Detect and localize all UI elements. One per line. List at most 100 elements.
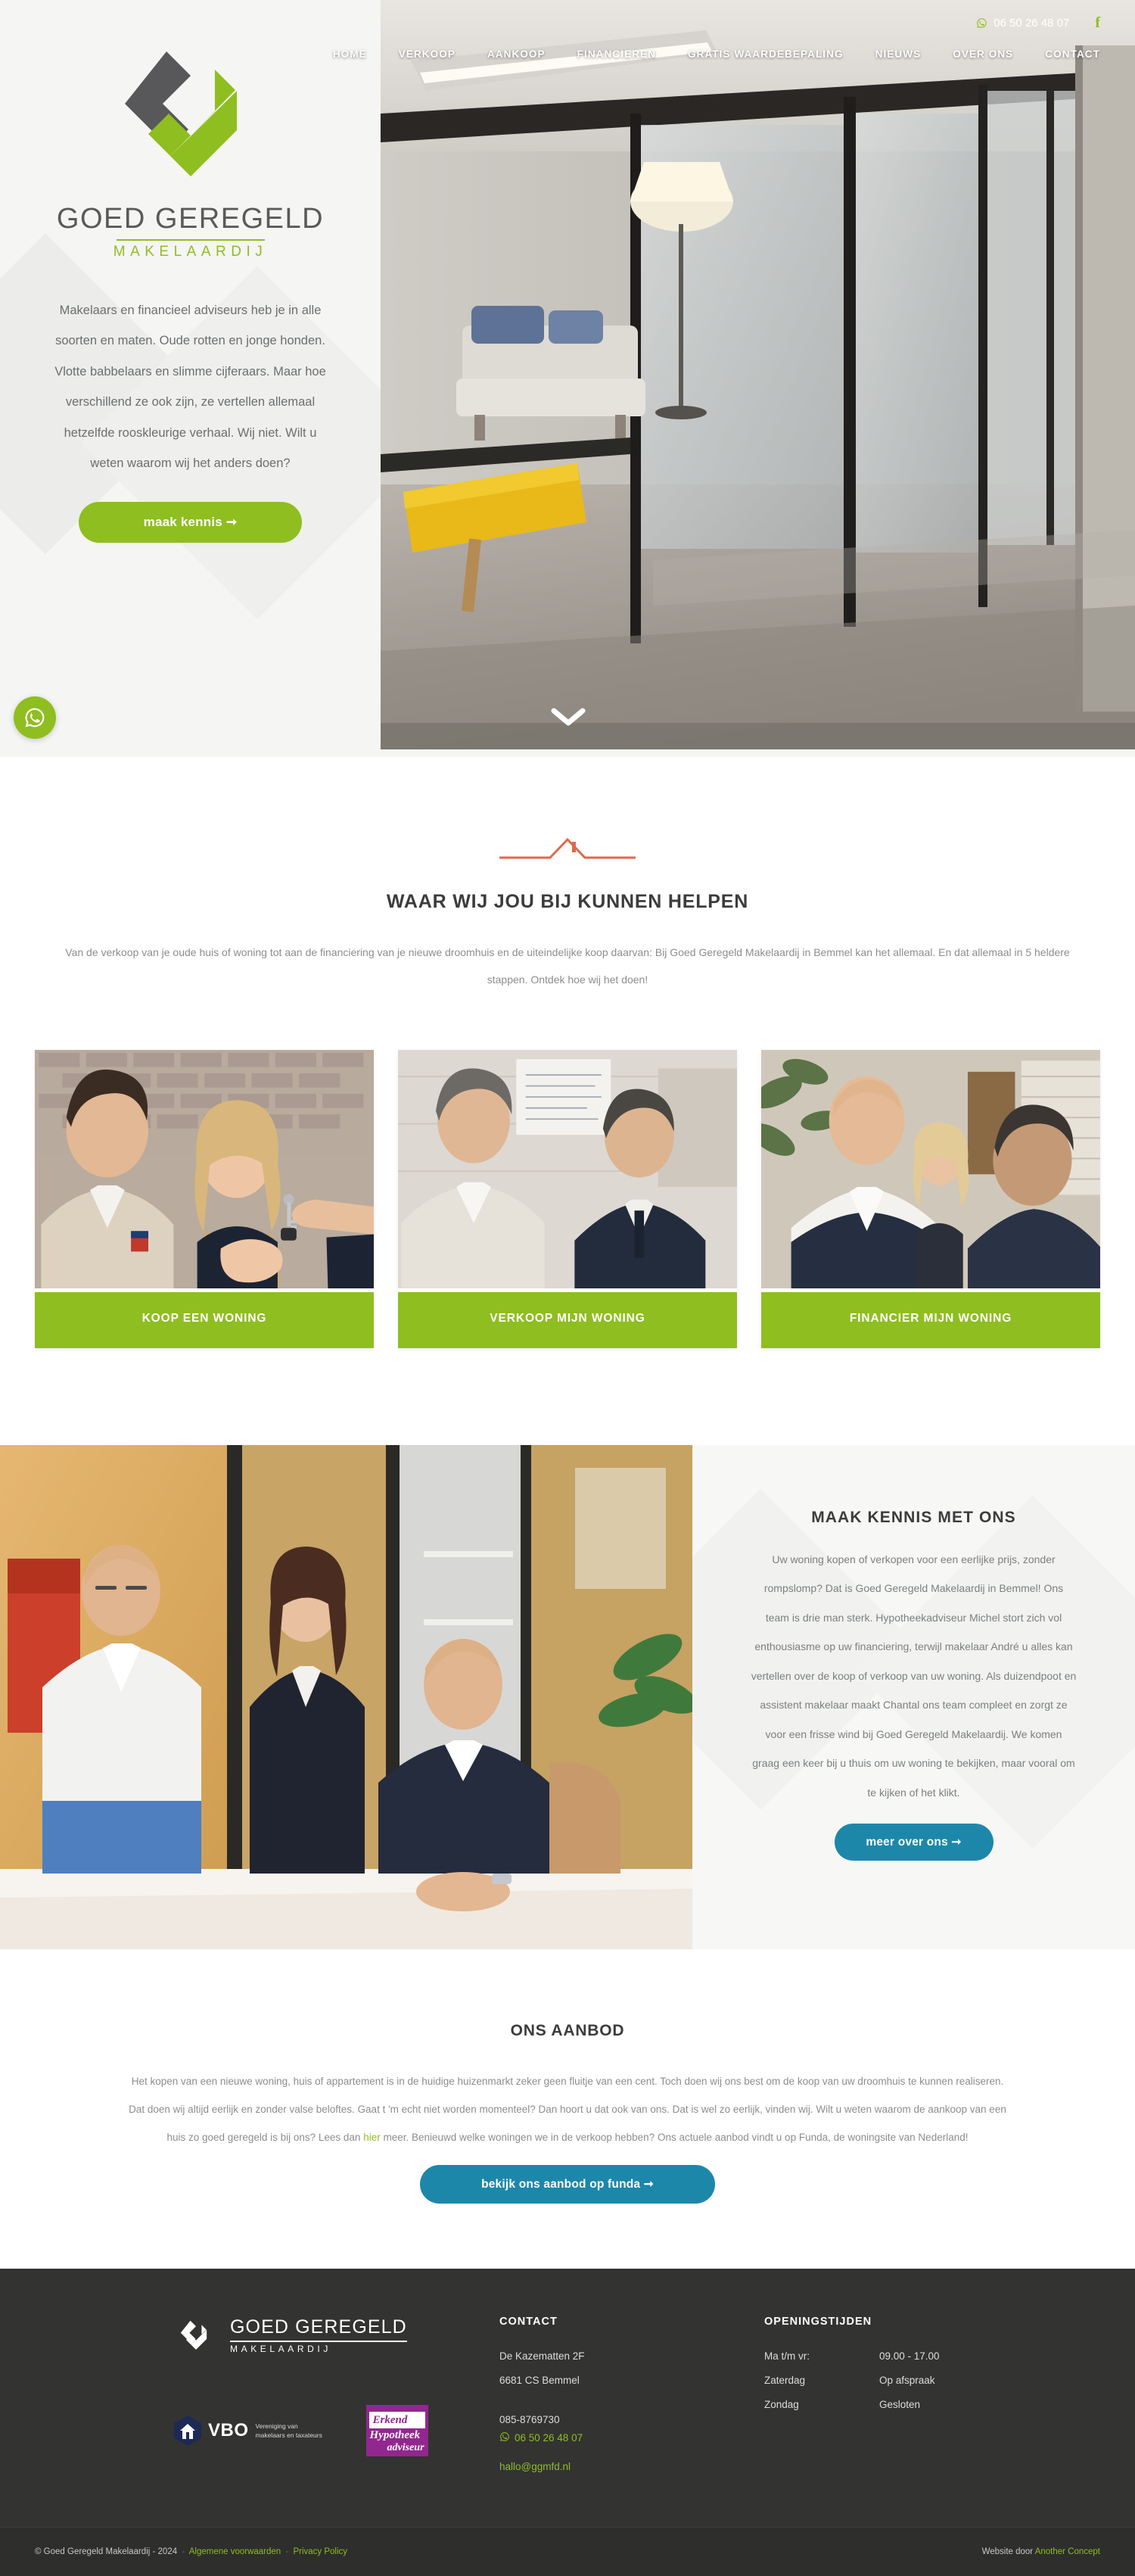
facebook-icon[interactable]: f (1095, 14, 1100, 32)
meet-us-body: Uw woning kopen of verkopen voor een eer… (751, 1553, 1077, 1799)
whatsapp-icon (976, 17, 987, 29)
footer-legal: © Goed Geregeld Makelaardij - 2024 - Alg… (35, 2547, 347, 2556)
hero-section: 06 50 26 48 07 f HOME VERKOOP AANKOOP FI… (0, 0, 1135, 757)
hours-row: Ma t/m vr: 09.00 - 17.00 (764, 2344, 1067, 2369)
vbo-house-hex-icon (174, 2416, 201, 2447)
footer-whatsapp-link[interactable]: 06 50 26 48 07 (499, 2431, 764, 2444)
hero-photo-panel (381, 0, 1135, 749)
nav-item-home[interactable]: HOME (333, 48, 367, 60)
hours-row: Zaterdag Op afspraak (764, 2369, 1067, 2393)
hours-day: Zondag (764, 2398, 799, 2410)
offer-paragraph-2: Dat doen wij altijd eerlijk en zonder va… (129, 2103, 1006, 2115)
erkend-hypotheekadviseur-badge[interactable]: Erkend Hypotheek adviseur (365, 2405, 428, 2457)
nav-item-gratis-waardebepaling[interactable]: GRATIS WAARDEBEPALING (688, 48, 844, 60)
footer-privacy-link[interactable]: Privacy Policy (293, 2547, 347, 2556)
offer-paragraph-3-suffix: meer. Benieuwd welke woningen we in de v… (380, 2132, 969, 2144)
logo-diamond-icon (180, 2320, 207, 2350)
scroll-down-button[interactable] (551, 708, 586, 731)
service-card-koop[interactable]: KOOP EEN WONING (35, 1049, 374, 1348)
footer-phone: 085-8769730 (499, 2413, 560, 2425)
help-section: WAAR WIJ JOU BIJ KUNNEN HELPEN Van de ve… (0, 757, 1135, 1348)
hero-intro-text: Makelaars en financieel adviseurs heb je… (54, 304, 326, 471)
legal-separator-1: - (182, 2547, 185, 2557)
offer-section-title: ONS AANBOD (510, 2021, 625, 2039)
meet-us-text-panel: MAAK KENNIS MET ONS Uw woning kopen of v… (692, 1444, 1135, 1949)
meet-us-title: MAAK KENNIS MET ONS (811, 1508, 1016, 1526)
card-photo-advisor-meeting (761, 1049, 1100, 1294)
maak-kennis-button[interactable]: maak kennis ➞ (79, 501, 302, 543)
legal-separator-2: - (285, 2547, 289, 2557)
vbo-name: VBO (208, 2420, 249, 2441)
logo-wordmark: GOED GEREGELD (56, 203, 325, 235)
service-card-verkoop[interactable]: VERKOOP MIJN WONING (398, 1049, 737, 1348)
nav-item-nieuws[interactable]: NIEUWS (875, 48, 922, 60)
chevron-down-icon (551, 708, 586, 726)
badge-line-1: Erkend (372, 2414, 408, 2427)
hero-left-panel: GOED GEREGELD MAKELAARDIJ Makelaars en f… (0, 0, 381, 757)
header-whatsapp-link[interactable]: 06 50 26 48 07 (976, 17, 1069, 30)
hours-time: Op afspraak (879, 2374, 935, 2386)
footer-badges: VBO Vereniging van makelaars en taxateur… (174, 2405, 499, 2457)
team-photo (0, 1444, 692, 1949)
badge-top-band (365, 2405, 428, 2412)
badge-line-3: adviseur (387, 2442, 424, 2454)
footer-contact-column: CONTACT De Kazematten 2F 6681 CS Bemmel … (499, 2316, 764, 2474)
service-card-label: FINANCIER MIJN WONING (761, 1291, 1100, 1348)
hours-time: 09.00 - 17.00 (879, 2350, 940, 2363)
team-of-three-photo (0, 1444, 692, 1949)
site-logo[interactable]: GOED GEREGELD MAKELAARDIJ (0, 0, 381, 260)
footer-copyright: © Goed Geregeld Makelaardij - 2024 (35, 2547, 178, 2557)
offer-paragraph-1: Het kopen van een nieuwe woning, huis of… (131, 2075, 1004, 2087)
vbo-tagline: Vereniging van makelaars en taxateurs (255, 2422, 322, 2440)
footer-terms-link[interactable]: Algemene voorwaarden (189, 2547, 281, 2556)
header-phone-number: 06 50 26 48 07 (994, 17, 1070, 30)
footer-logo-rule (230, 2341, 407, 2343)
footer-credit-link[interactable]: Another Concept (1035, 2547, 1100, 2556)
footer-email-link[interactable]: hallo@ggmfd.nl (499, 2461, 571, 2472)
offer-paragraph-3-prefix: huis zo goed geregeld is bij ons? Lees d… (166, 2132, 364, 2144)
hours-row: Zondag Gesloten (764, 2393, 1067, 2417)
hero-cta-wrapper: maak kennis ➞ (0, 501, 381, 543)
nav-item-financieren[interactable]: FINANCIEREN (577, 48, 656, 60)
card-photo-two-men (398, 1049, 737, 1294)
meet-us-cta-wrapper: meer over ons ➞ (834, 1824, 994, 1861)
nav-item-verkoop[interactable]: VERKOOP (399, 48, 456, 60)
footer-logo[interactable]: GOED GEREGELD MAKELAARDIJ (174, 2316, 499, 2355)
hours-time: Gesloten (879, 2398, 921, 2410)
logo-tagline: MAKELAARDIJ (113, 244, 268, 260)
logo-diamond-icon (96, 47, 285, 182)
offer-paragraph-3: huis zo goed geregeld is bij ons? Lees d… (49, 2123, 1086, 2151)
footer-logo-tagline: MAKELAARDIJ (230, 2344, 331, 2355)
footer-address-city: 6681 CS Bemmel (499, 2374, 580, 2386)
vbo-badge[interactable]: VBO Vereniging van makelaars en taxateur… (174, 2416, 325, 2447)
nav-item-aankoop[interactable]: AANKOOP (487, 48, 546, 60)
whatsapp-icon (499, 2431, 510, 2444)
whatsapp-float-button[interactable] (14, 696, 56, 739)
hero-office-photo (381, 0, 1135, 749)
footer-columns: GOED GEREGELD MAKELAARDIJ VBO Vereniging… (0, 2316, 1135, 2474)
hours-day: Ma t/m vr: (764, 2350, 810, 2363)
logo-divider-rule (116, 239, 265, 241)
footer-credit-prefix: Website door (981, 2547, 1035, 2557)
main-navigation: HOME VERKOOP AANKOOP FINANCIEREN GRATIS … (333, 32, 1135, 60)
nav-item-contact[interactable]: CONTACT (1045, 48, 1100, 60)
offer-hier-link[interactable]: hier (363, 2132, 381, 2143)
footer-logo-text: GOED GEREGELD MAKELAARDIJ (230, 2316, 407, 2354)
roof-divider-ornament (499, 837, 636, 859)
help-section-body: Van de verkoop van je oude huis of wonin… (65, 946, 1070, 986)
footer-contact-heading: CONTACT (499, 2316, 558, 2328)
offer-section-body: Het kopen van een nieuwe woning, huis of… (49, 2067, 1086, 2151)
footer-whatsapp-number: 06 50 26 48 07 (515, 2432, 583, 2444)
meer-over-ons-button[interactable]: meer over ons ➞ (834, 1824, 994, 1861)
service-card-label: KOOP EEN WONING (35, 1291, 374, 1348)
nav-item-over-ons[interactable]: OVER ONS (953, 48, 1013, 60)
funda-aanbod-button[interactable]: bekijk ons aanbod op funda ➞ (420, 2165, 715, 2204)
meet-us-section: MAAK KENNIS MET ONS Uw woning kopen of v… (0, 1444, 1135, 1949)
footer-hours-column: OPENINGSTIJDEN Ma t/m vr: 09.00 - 17.00 … (764, 2316, 1067, 2474)
footer-bottom-bar: © Goed Geregeld Makelaardij - 2024 - Alg… (0, 2527, 1135, 2576)
footer-hours-heading: OPENINGSTIJDEN (764, 2316, 872, 2328)
page-root: 06 50 26 48 07 f HOME VERKOOP AANKOOP FI… (0, 0, 1135, 2576)
badge-line-2: Hypotheek (369, 2429, 421, 2442)
site-footer: GOED GEREGELD MAKELAARDIJ VBO Vereniging… (0, 2269, 1135, 2576)
service-card-financier[interactable]: FINANCIER MIJN WONING (761, 1049, 1100, 1348)
